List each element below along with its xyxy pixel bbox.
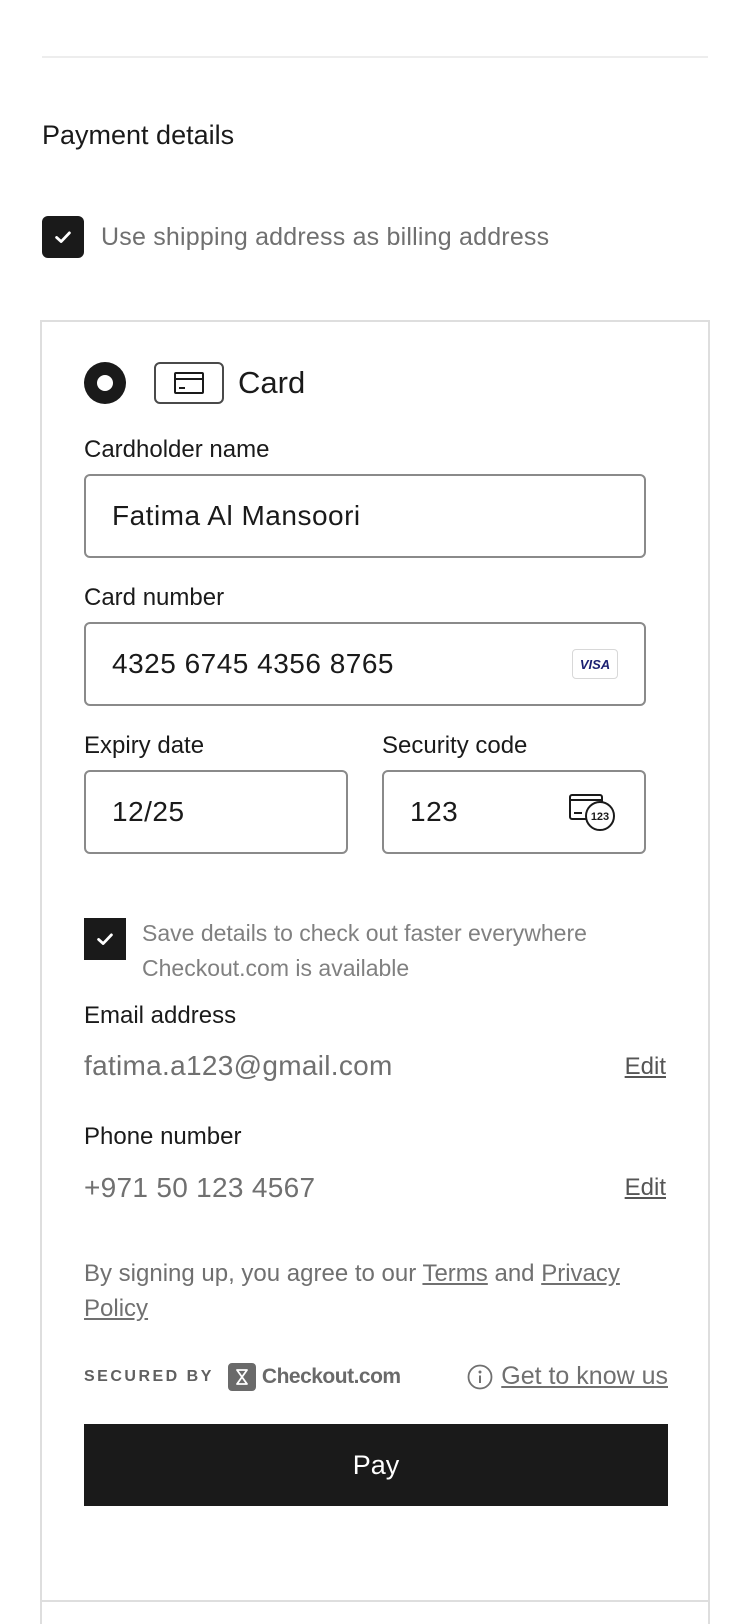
- card-radio[interactable]: [84, 362, 126, 404]
- billing-same-label: Use shipping address as billing address: [101, 222, 550, 251]
- visa-logo-icon: VISA: [572, 649, 618, 679]
- phone-label: Phone number: [84, 1123, 242, 1150]
- top-divider: [42, 56, 708, 58]
- secured-by-label: SECURED BY: [84, 1367, 214, 1385]
- expiry-date-field[interactable]: [84, 770, 348, 854]
- cardholder-name-field[interactable]: [84, 474, 646, 558]
- phone-value: +971 50 123 4567: [84, 1172, 316, 1203]
- save-details-label: Save details to check out faster everywh…: [142, 920, 587, 981]
- terms-prefix: By signing up, you agree to our: [84, 1260, 423, 1287]
- terms-middle: and: [487, 1260, 542, 1287]
- credit-card-icon: [154, 362, 224, 404]
- security-code-label: Security code: [382, 732, 528, 759]
- checkmark-icon: [97, 933, 113, 945]
- terms-text: By signing up, you agree to our Terms an…: [84, 1256, 664, 1326]
- phone-edit-link[interactable]: Edit: [625, 1174, 666, 1202]
- card-payment-panel: Card Cardholder name Card number VISA Ex…: [40, 320, 710, 1624]
- terms-link[interactable]: Terms: [422, 1260, 487, 1287]
- checkout-logo-icon: [227, 1362, 256, 1391]
- payment-method-card[interactable]: Card: [84, 362, 305, 404]
- pay-button[interactable]: Pay: [84, 1424, 668, 1506]
- checkout-provider-name: Checkout.com: [261, 1364, 401, 1388]
- svg-text:123: 123: [591, 811, 609, 823]
- radio-dot: [97, 375, 113, 391]
- cardholder-name-input[interactable]: [112, 500, 618, 532]
- get-to-know-us-link[interactable]: Get to know us: [467, 1362, 668, 1391]
- expiry-date-label: Expiry date: [84, 732, 205, 759]
- card-number-label: Card number: [84, 584, 225, 611]
- billing-same-row[interactable]: Use shipping address as billing address: [42, 216, 549, 258]
- cvc-card-icon: 123: [569, 794, 615, 831]
- email-edit-link[interactable]: Edit: [625, 1053, 666, 1081]
- save-details-checkbox[interactable]: [84, 918, 126, 960]
- email-value: fatima.a123@gmail.com: [84, 1050, 393, 1081]
- expiry-date-input[interactable]: [112, 796, 320, 828]
- billing-same-checkbox[interactable]: [42, 216, 84, 258]
- panel-divider: [42, 1600, 708, 1602]
- get-to-know-us-label: Get to know us: [501, 1362, 668, 1390]
- email-label: Email address: [84, 1002, 237, 1029]
- info-icon: [467, 1364, 493, 1389]
- checkmark-icon: [55, 231, 71, 243]
- card-number-input[interactable]: [112, 648, 572, 680]
- section-title: Payment details: [42, 120, 235, 150]
- secured-by-badge: SECURED BY Checkout.com: [84, 1362, 401, 1391]
- security-code-field[interactable]: 123: [382, 770, 646, 854]
- card-number-field[interactable]: VISA: [84, 622, 646, 706]
- security-code-input[interactable]: [410, 796, 568, 828]
- cardholder-name-label: Cardholder name: [84, 436, 270, 463]
- payment-method-label: Card: [238, 365, 306, 400]
- secured-by-row: SECURED BY Checkout.com Get to know us: [84, 1362, 668, 1391]
- save-details-row[interactable]: Save details to check out faster everywh…: [84, 918, 642, 986]
